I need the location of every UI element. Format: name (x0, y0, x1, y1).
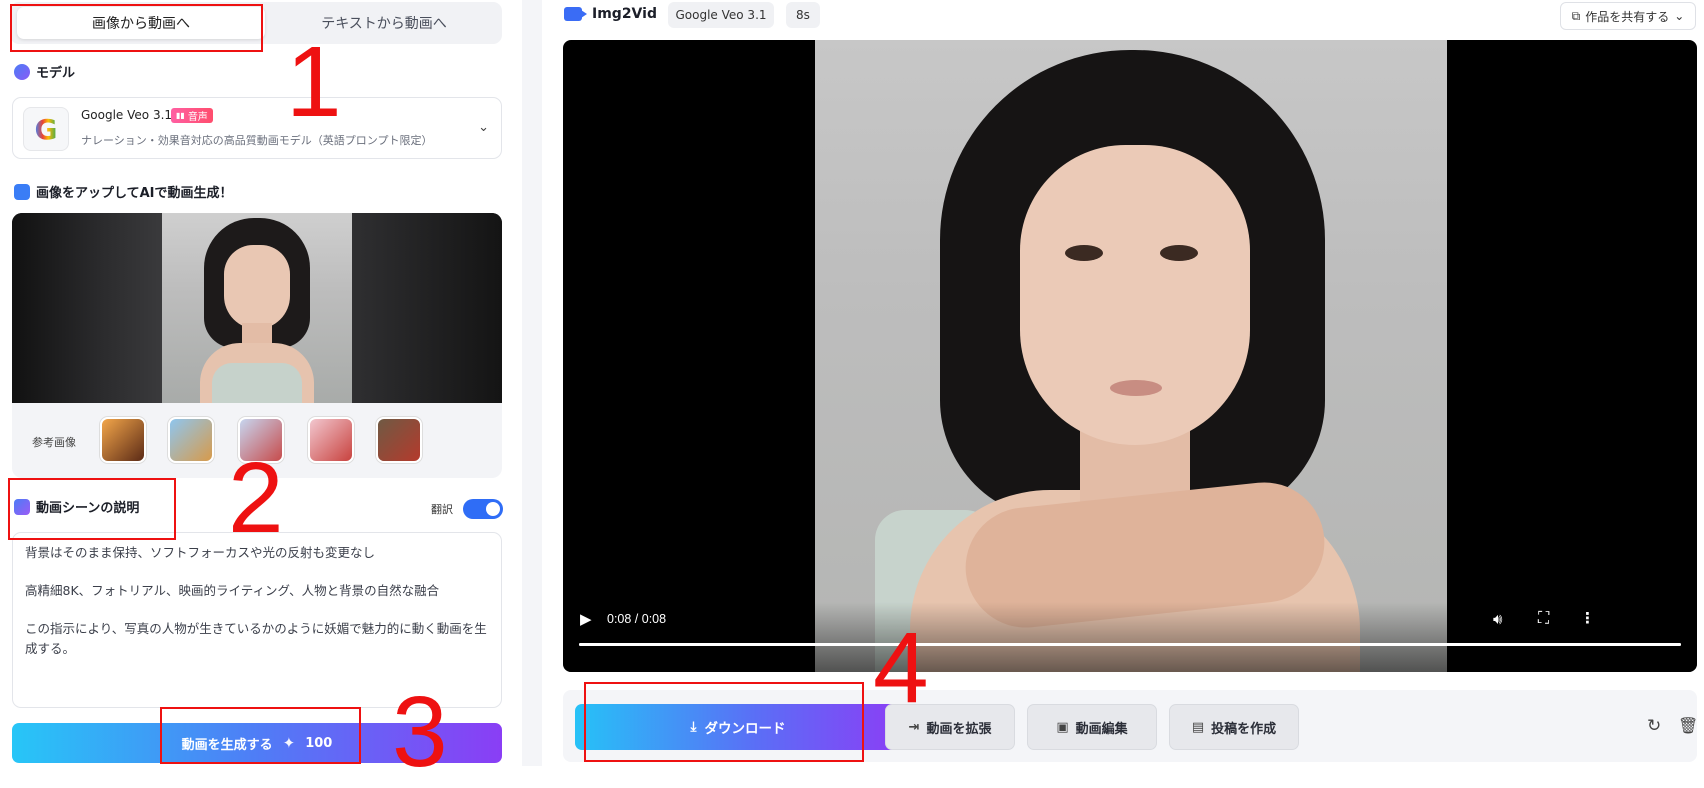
audio-badge: ▮▮ 音声 (171, 108, 213, 123)
annotation-box-4 (584, 682, 864, 762)
time-display: 0:08 / 0:08 (607, 612, 667, 626)
translate-label: 翻訳 (431, 503, 453, 516)
annotation-number-2: 2 (228, 442, 284, 554)
progress-bar[interactable] (579, 643, 1681, 646)
fullscreen-icon[interactable]: ⛶ (1538, 608, 1549, 628)
image-icon (14, 183, 30, 200)
edit-video-button[interactable]: ▣ 動画編集 (1027, 704, 1157, 750)
player-controls: ▶ 0:08 / 0:08 🔊︎ ⛶ ⋮ (563, 602, 1697, 672)
reference-thumb[interactable] (308, 417, 354, 463)
chevron-down-icon: ⌄ (1674, 9, 1685, 23)
right-panel: Img2Vid Google Veo 3.1 8s ⧉ 作品を共有する ⌄ ▶ … (542, 0, 1704, 766)
model-section-heading: モデル (14, 62, 75, 81)
annotation-box-1 (10, 4, 263, 52)
refresh-icon[interactable]: ↻ (1647, 716, 1661, 736)
model-selector[interactable]: G Google Veo 3.1 ▮▮ 音声 ナレーション・効果音対応の高品質動… (12, 97, 502, 159)
annotation-box-3 (160, 707, 361, 764)
model-description: ナレーション・効果音対応の高品質動画モデル（英語プロンプト限定） (81, 134, 433, 147)
document-icon: ▤ (1191, 719, 1205, 735)
video-frame (815, 40, 1447, 672)
audio-bars-icon: ▮▮ (176, 111, 185, 120)
image-upload-area[interactable]: 参考画像 (12, 213, 502, 478)
translate-toggle[interactable] (463, 499, 503, 519)
chevron-down-icon[interactable]: ⌄ (478, 120, 489, 135)
prompt-line: この指示により、写真の人物が生きているかのように妖媚で魅力的に動く動画を生成する… (25, 621, 487, 656)
video-camera-icon (564, 7, 587, 21)
google-logo-icon: G (23, 107, 69, 151)
upload-section-heading: 画像をアップしてAIで動画生成！ (14, 182, 233, 201)
share-button[interactable]: ⧉ 作品を共有する ⌄ (1560, 2, 1696, 30)
result-topbar: Img2Vid Google Veo 3.1 8s ⧉ 作品を共有する ⌄ (542, 0, 1704, 36)
reference-label: 参考画像 (32, 436, 76, 449)
create-post-button[interactable]: ▤ 投稿を作成 (1169, 704, 1299, 750)
annotation-number-4: 4 (873, 612, 929, 724)
external-link-icon: ⧉ (1571, 8, 1581, 23)
duration-chip: 8s (786, 2, 820, 28)
annotation-box-2 (8, 478, 176, 540)
play-icon[interactable]: ▶ (580, 610, 592, 628)
trash-icon[interactable]: 🗑︎ (1678, 716, 1698, 735)
brand: Img2Vid (564, 6, 657, 22)
video-player[interactable]: ▶ 0:08 / 0:08 🔊︎ ⛶ ⋮ (563, 40, 1697, 672)
uploaded-image (12, 213, 502, 403)
progress-fill (579, 643, 1681, 646)
annotation-number-3: 3 (392, 676, 448, 788)
more-options-icon[interactable]: ⋮ (1580, 609, 1595, 627)
upload-section-title: 画像をアップしてAIで動画生成！ (36, 186, 233, 201)
left-panel: 画像から動画へ テキストから動画へ モデル G Google Veo 3.1 ▮… (0, 0, 510, 766)
reference-thumb[interactable] (168, 417, 214, 463)
prompt-line: 高精細8K、フォトリアル、映画的ライティング、人物と背景の自然な融合 (25, 583, 440, 598)
edit-video-icon: ▣ (1056, 719, 1069, 735)
reference-thumb[interactable] (100, 417, 146, 463)
model-icon (14, 63, 30, 80)
volume-icon[interactable]: 🔊︎ (1493, 610, 1502, 628)
panel-divider (522, 0, 542, 766)
reference-thumb[interactable] (376, 417, 422, 463)
model-name: Google Veo 3.1 (81, 108, 173, 122)
model-chip: Google Veo 3.1 (668, 2, 774, 28)
annotation-number-1: 1 (286, 26, 342, 138)
model-section-title: モデル (36, 66, 76, 81)
brand-label: Img2Vid (592, 6, 657, 22)
